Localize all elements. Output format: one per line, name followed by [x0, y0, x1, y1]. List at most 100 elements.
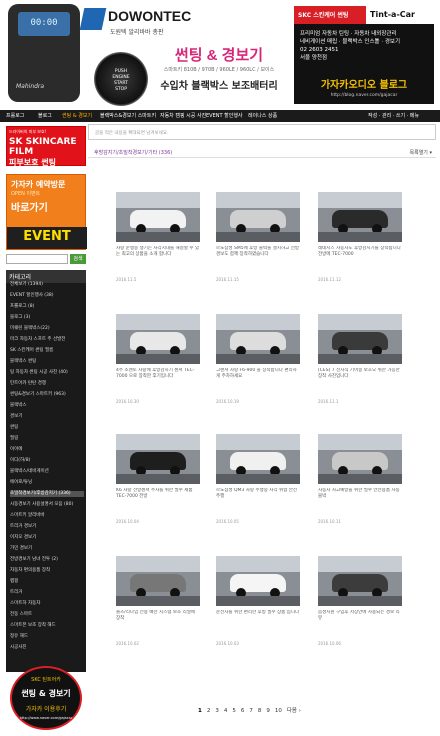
page-link[interactable]: 5 — [232, 708, 236, 714]
post-thumbnail[interactable] — [216, 314, 300, 364]
post-excerpt[interactable]: 레네시스 자동차도 후방감지기를 장착합니다 전방에 TEC-7000 — [318, 246, 402, 276]
post-excerpt[interactable]: 그랜져 차량 F6-900 을 장착합니다 편리하게 주차하세요 — [216, 368, 300, 398]
nav-item-camping[interactable]: 자동차 캠핑 시공 사진 — [160, 112, 206, 119]
page-link[interactable]: 8 — [258, 708, 262, 714]
btn-text-4: STOP — [115, 87, 127, 92]
ad-sub: 서울 양천점 — [300, 55, 328, 61]
post-excerpt[interactable]: 자동차 사고예방을 위한 필수 안전용품 자동 블박 — [318, 488, 402, 518]
category-item[interactable]: 가민 경보기 — [10, 546, 84, 552]
nav-item-tint[interactable]: 썬팅 & 경보기 — [62, 112, 92, 119]
logo-sub: 도원텍 알리바바 총판 — [110, 29, 164, 36]
category-item[interactable]: 필링 — [10, 436, 84, 442]
event-banner[interactable]: 가자카 예약방문 OPEN 이벤트 바로가기 EVENT — [6, 174, 87, 250]
post-excerpt[interactable]: 차량 운행중 생기는 사각지대를 해결할 수 있는 최고의 상품을 소개 합니다 — [116, 246, 200, 276]
post-excerpt[interactable]: 르노삼성 QM3 차량 주행중 사각 위험 안전주행 — [216, 488, 300, 518]
category-item[interactable]: SK 스킨케어 썬팅 필름 — [10, 348, 84, 354]
page-link[interactable]: 1 — [198, 708, 202, 714]
sidebar-search: 검색 — [6, 254, 86, 264]
page-link[interactable]: 9 — [266, 708, 270, 714]
post-excerpt[interactable]: 4주 소렌토 차량에 후방감지기 센서 TEC-7000 으로 장착한 후기입니… — [116, 368, 200, 398]
dowontec-logo[interactable]: DOWONTEC 도원텍 알리바바 총판 — [79, 6, 204, 40]
skincare-film-banner[interactable]: 드라이버의 피부 보호! SK SKINCARE FILM 피부보호 썬팅 — [6, 126, 86, 167]
category-item[interactable]: 썬팅 — [10, 425, 84, 431]
category-item[interactable]: 트리거 경보기 — [10, 524, 84, 530]
category-item[interactable]: 시공사진 — [10, 645, 84, 651]
post-thumbnail[interactable] — [216, 556, 300, 606]
page-link[interactable]: 10 — [275, 708, 282, 714]
category-item[interactable]: 스마트하 자동차 — [10, 601, 84, 607]
category-item[interactable]: 스마트폰 보조 장착 해드 — [10, 623, 84, 629]
category-item[interactable]: 초밀착경보기/후방감지기 (336) — [10, 491, 84, 497]
category-item[interactable]: 블랙박스 — [10, 403, 84, 409]
page-link[interactable]: 6 — [241, 708, 245, 714]
review-badge[interactable]: SKC 틴트어카 썬팅 & 경보기 가자카 이용후기 http://www.na… — [6, 666, 86, 732]
category-item[interactable]: 트리거 — [10, 590, 84, 596]
post-thumbnail[interactable] — [116, 556, 200, 606]
page-link[interactable]: 다음 › — [287, 708, 301, 714]
category-item[interactable]: 전동 스마트 — [10, 612, 84, 618]
search-input[interactable] — [6, 254, 68, 264]
badge-line-2: 썬팅 & 경보기 — [21, 689, 71, 698]
ad-right: Tint-a-Car — [366, 6, 434, 24]
post-thumbnail[interactable] — [116, 434, 200, 484]
guestbook-input[interactable]: 글을 적은 내용을 확대되면 남겨보세요. — [88, 124, 436, 140]
list-toggle[interactable]: 목록열기 ▾ — [410, 149, 433, 156]
category-item[interactable]: 자동차 편의용품 장착 — [10, 568, 84, 574]
post-date: 2016.10.04 — [116, 519, 139, 524]
post-thumbnail[interactable] — [318, 434, 402, 484]
category-item[interactable]: 랩핑 — [10, 579, 84, 585]
category-item[interactable]: 블랙박스 썬팅 — [10, 359, 84, 365]
post-excerpt[interactable]: 볼츠/리나임 전용 배선 시스템 보조 리넬에 장착 — [116, 610, 200, 640]
tint-a-car-ad[interactable]: SKC 스킨케어 썬팅 Tint-a-Car 프리미엄 자동차 틴팅 · 자동차… — [294, 6, 434, 104]
nav-item-blog[interactable]: 블로그 — [38, 112, 52, 119]
post-thumbnail[interactable] — [318, 556, 402, 606]
category-item[interactable]: 블랙박스/네비게이션 — [10, 469, 84, 475]
post-excerpt[interactable]: [CES] 7 전자식 기어봉 보호오 위한 가능한 장착 사진입니다 — [318, 368, 402, 398]
search-button[interactable]: 검색 — [70, 254, 86, 264]
post-excerpt[interactable]: 운전자를 위한 편리한 후방 필수 상품 입니다 — [216, 610, 300, 640]
category-item[interactable]: 전체보기 (1394) — [10, 282, 84, 288]
post-thumbnail[interactable] — [116, 314, 200, 364]
category-item[interactable]: 정유 해드 — [10, 634, 84, 640]
category-item[interactable]: 에어로/튜닝 — [10, 480, 84, 486]
category-item[interactable]: 스마트키 알리바바 — [10, 513, 84, 519]
category-item[interactable]: 미쉐린 블랙박스(22) — [10, 326, 84, 332]
post-date: 2016.10.06 — [318, 641, 341, 646]
post-thumbnail[interactable] — [318, 192, 402, 242]
page-link[interactable]: 2 — [207, 708, 211, 714]
post-excerpt[interactable]: K6 차량 전방센서 주차를 위한 필수 제품 TEC-7000 전방 — [116, 488, 200, 518]
post-date: 2016.11.1 — [318, 399, 339, 404]
badge-line-1: SKC 틴트어카 — [31, 677, 61, 683]
category-item[interactable]: 마크 자동차 스프트 주 선발전 — [10, 337, 84, 343]
nav-item-prologue[interactable]: 프롤로그 — [6, 112, 24, 119]
category-item[interactable]: 이이에 — [10, 447, 84, 453]
event-word: EVENT — [7, 227, 87, 249]
category-item[interactable]: 이지오 경보기 — [10, 535, 84, 541]
post-excerpt[interactable]: 음성지원 구입후 저장안에 사용되는 경보 리뷰 — [318, 610, 402, 640]
nav-item-event[interactable]: EVENT 할인행사 — [206, 112, 243, 119]
post-date: 2016.10.05 — [216, 519, 239, 524]
page-link[interactable]: 3 — [215, 708, 219, 714]
category-item[interactable]: 이디(하/8) — [10, 458, 84, 464]
post-date: 2016.10.30 — [116, 399, 139, 404]
category-item[interactable]: 전방경보기 남녀 전투 (2) — [10, 557, 84, 563]
category-item[interactable]: 시동경보기 사용설명서 모음 (80) — [10, 502, 84, 508]
nav-item-products[interactable]: 레이나스 상품 — [248, 112, 277, 119]
post-thumbnail[interactable] — [318, 314, 402, 364]
post-thumbnail[interactable] — [216, 434, 300, 484]
page-link[interactable]: 4 — [224, 708, 228, 714]
post-excerpt[interactable]: 르노삼성 SM5에 후방 블박을 설치하고 전방 경보도 함께 장착하였습니다 — [216, 246, 300, 276]
nav-admin[interactable]: 작성 · 관리 · 쓰기 · 메뉴 — [368, 112, 419, 119]
category-item[interactable]: EVENT 할인행사 (38) — [10, 293, 84, 299]
page-link[interactable]: 7 — [249, 708, 253, 714]
nav-item-blackbox[interactable]: 블랙박스&경보기 스마트키 — [100, 112, 156, 119]
post-thumbnail[interactable] — [216, 192, 300, 242]
category-item[interactable]: 프롤로그 (8) — [10, 304, 84, 310]
category-item[interactable]: 블로그 (3) — [10, 315, 84, 321]
post-thumbnail[interactable] — [116, 192, 200, 242]
category-item[interactable]: 썬팅&경보기 스마트키 (963) — [10, 392, 84, 398]
category-item[interactable]: 팅 자동차 썬팅 시공 사진 (40) — [10, 370, 84, 376]
category-item[interactable]: 경보기 — [10, 414, 84, 420]
breadcrumb-title[interactable]: 후방감지기/초밀착경보기/기타 (336) — [94, 149, 172, 156]
category-item[interactable]: 틴트어카 탄탄 경쟁 — [10, 381, 84, 387]
